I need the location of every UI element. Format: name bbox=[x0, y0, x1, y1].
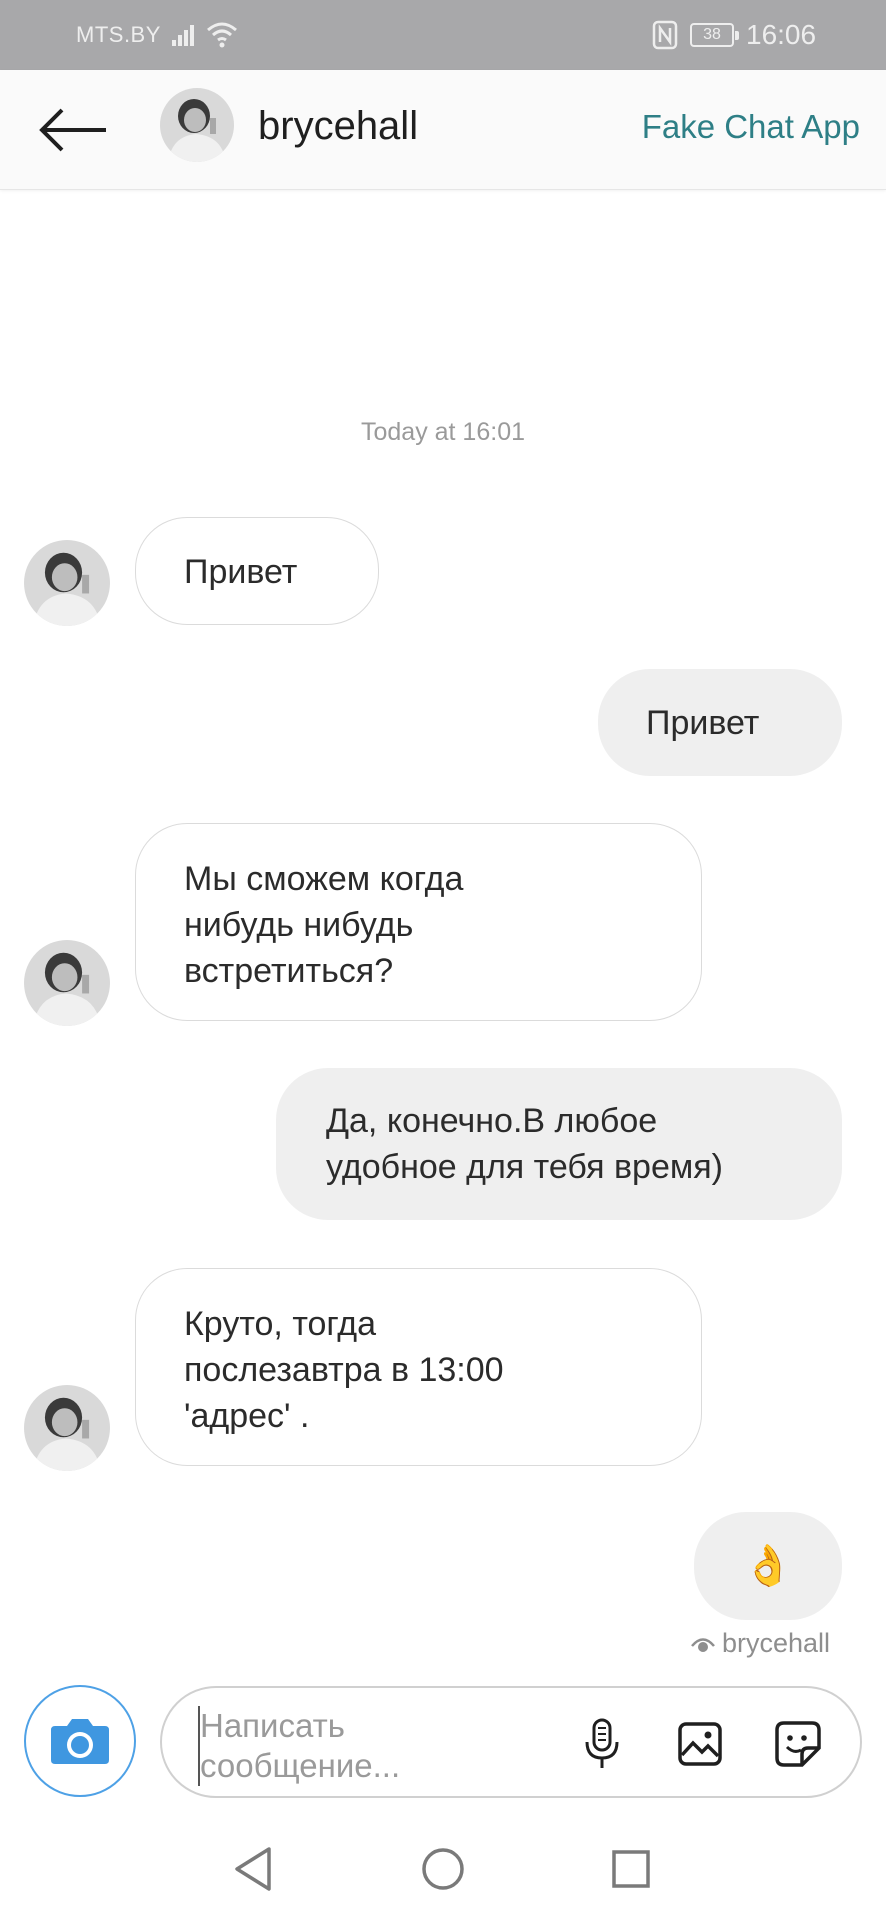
chat-header: brycehall Fake Chat App bbox=[0, 70, 886, 190]
battery-indicator: 38 bbox=[690, 23, 739, 47]
message-bubble-incoming[interactable]: Круто, тогда послезавтра в 13:00 'адрес'… bbox=[135, 1268, 702, 1466]
chat-username[interactable]: brycehall bbox=[258, 104, 418, 149]
message-text: Да, конечно.В любое удобное для тебя вре… bbox=[326, 1102, 723, 1186]
microphone-button[interactable] bbox=[572, 1714, 632, 1774]
camera-button[interactable] bbox=[24, 1685, 136, 1797]
message-bubble-incoming[interactable]: Мы сможем когда нибудь нибудь встретитьс… bbox=[135, 823, 702, 1021]
carrier-label: MTS.BY bbox=[76, 22, 161, 47]
status-bar: MTS.BY 38 16:06 bbox=[0, 0, 886, 70]
system-nav-bar bbox=[0, 1816, 886, 1920]
nav-home-button[interactable] bbox=[416, 1842, 470, 1896]
microphone-icon bbox=[585, 1718, 619, 1768]
seen-indicator: brycehall bbox=[690, 1628, 830, 1659]
sticker-button[interactable] bbox=[768, 1714, 828, 1774]
app-name-link[interactable]: Fake Chat App bbox=[642, 108, 860, 146]
message-bubble-outgoing[interactable]: Привет bbox=[598, 669, 842, 776]
avatar[interactable] bbox=[24, 540, 110, 626]
nav-recents-button[interactable] bbox=[604, 1842, 658, 1896]
clock: 16:06 bbox=[746, 19, 817, 50]
message-text: Привет bbox=[646, 704, 760, 742]
message-input[interactable] bbox=[198, 1706, 558, 1786]
eye-icon bbox=[690, 1637, 715, 1652]
battery-level: 38 bbox=[703, 26, 721, 43]
avatar[interactable] bbox=[24, 940, 110, 1026]
wifi-icon bbox=[207, 22, 237, 48]
message-text: Привет bbox=[184, 553, 298, 591]
message-bubble-outgoing[interactable]: 👌 bbox=[694, 1512, 842, 1620]
sticker-icon bbox=[775, 1721, 821, 1767]
triangle-back-icon bbox=[235, 1847, 271, 1891]
gallery-button[interactable] bbox=[670, 1714, 730, 1774]
message-text: Мы сможем когда нибудь нибудь встретитьс… bbox=[184, 860, 464, 990]
message-bubble-outgoing[interactable]: Да, конечно.В любое удобное для тебя вре… bbox=[276, 1068, 842, 1220]
avatar[interactable] bbox=[160, 88, 234, 162]
avatar[interactable] bbox=[24, 1385, 110, 1471]
message-text: Круто, тогда послезавтра в 13:00 'адрес'… bbox=[184, 1305, 504, 1435]
message-bubble-incoming[interactable]: Привет bbox=[135, 517, 379, 625]
image-icon bbox=[678, 1722, 722, 1766]
arrow-left-icon[interactable] bbox=[36, 100, 108, 160]
message-composer bbox=[160, 1686, 862, 1798]
nfc-icon bbox=[652, 20, 678, 50]
nav-back-button[interactable] bbox=[226, 1842, 280, 1896]
chat-timestamp: Today at 16:01 bbox=[360, 418, 525, 446]
seen-by-username: brycehall bbox=[721, 1628, 830, 1658]
circle-home-icon bbox=[422, 1848, 464, 1890]
signal-icon bbox=[172, 25, 194, 46]
camera-icon bbox=[51, 1719, 109, 1764]
ok-hand-emoji: 👌 bbox=[743, 1543, 793, 1589]
square-recents-icon bbox=[612, 1850, 650, 1888]
